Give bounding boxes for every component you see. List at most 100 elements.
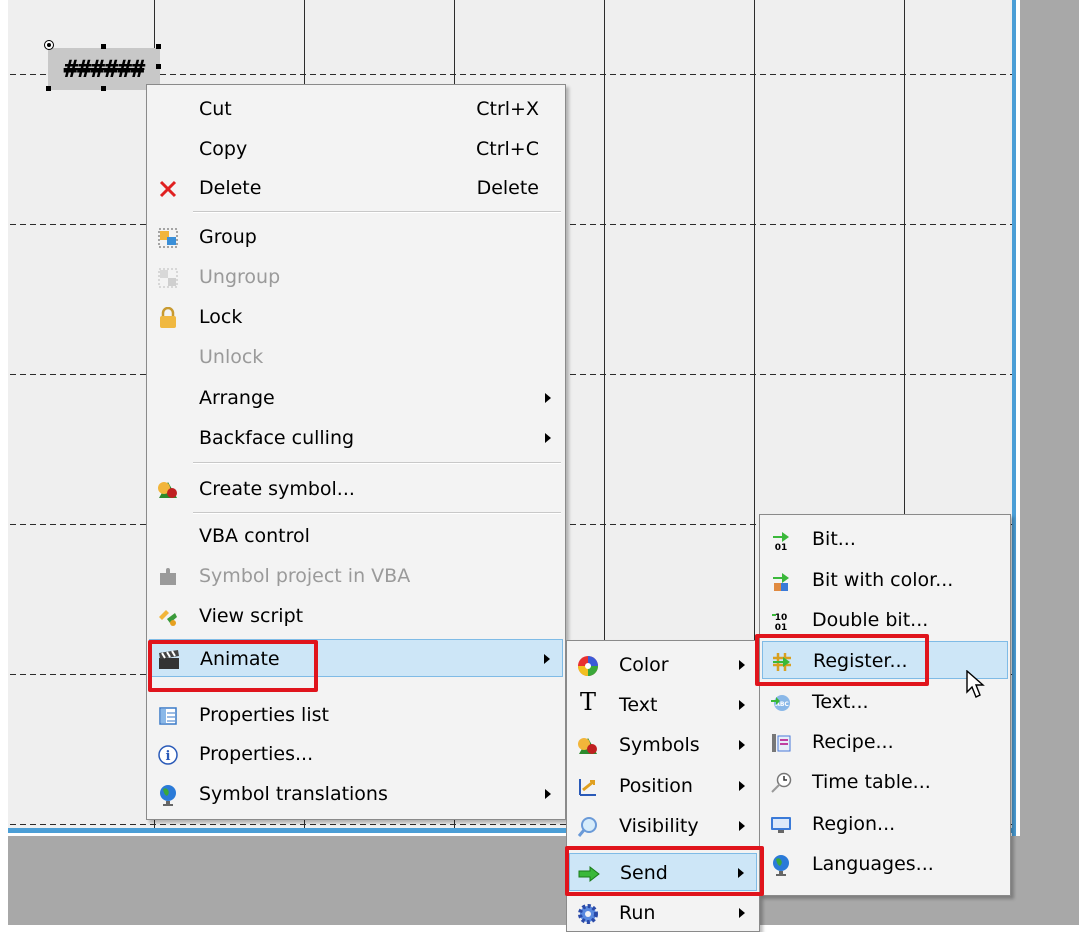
menu-item-time-table[interactable]: Time table...: [762, 763, 1008, 801]
menu-item-label: VBA control: [199, 525, 310, 547]
menu-item-label: Cut: [199, 98, 232, 120]
delete-x-icon: [157, 178, 179, 200]
globe-icon: [770, 854, 792, 876]
clock-icon: [770, 772, 792, 794]
menu-item-lock[interactable]: Lock: [149, 298, 563, 336]
resize-handle[interactable]: [101, 44, 106, 49]
menu-item-backface-culling[interactable]: Backface culling: [149, 419, 563, 457]
menu-item-arrange[interactable]: Arrange: [149, 379, 563, 417]
menu-item-properties[interactable]: i Properties...: [149, 735, 563, 773]
menu-item-recipe[interactable]: Recipe...: [762, 723, 1008, 761]
resize-handle[interactable]: [46, 86, 51, 91]
menu-item-view-script[interactable]: View script: [149, 597, 563, 635]
submenu-arrow-icon: [545, 393, 551, 403]
info-icon: i: [157, 744, 179, 766]
menu-item-color[interactable]: Color: [569, 646, 757, 684]
menu-item-label: Arrange: [199, 387, 275, 409]
menu-item-label: Text: [619, 694, 658, 716]
menu-item-position[interactable]: Position: [569, 767, 757, 805]
selected-display-object[interactable]: ######: [48, 48, 160, 90]
submenu-arrow-icon: [739, 660, 745, 670]
menu-item-label: Symbols: [619, 734, 700, 756]
menu-item-visibility[interactable]: Visibility: [569, 807, 757, 845]
mouse-pointer-icon: [966, 670, 985, 698]
rotation-handle[interactable]: [44, 40, 54, 50]
send-text-icon: ABC: [770, 692, 792, 714]
recipe-icon: [770, 732, 792, 754]
menu-separator: [193, 462, 561, 464]
resize-handle[interactable]: [156, 44, 161, 49]
submenu-arrow-icon: [544, 654, 550, 664]
menu-item-bit-with-color[interactable]: Bit with color...: [762, 561, 1008, 599]
menu-item-label: Ungroup: [199, 266, 281, 288]
menu-item-run[interactable]: Run: [569, 894, 757, 932]
globe-icon: [157, 784, 179, 806]
menu-item-label: Bit...: [812, 528, 856, 550]
menu-item-label: Backface culling: [199, 427, 355, 449]
menu-item-label: Text...: [812, 691, 869, 713]
menu-item-label: Visibility: [619, 815, 699, 837]
menu-item-symbol-translations[interactable]: Symbol translations: [149, 775, 563, 813]
send-submenu: 01 Bit... Bit with color... 10 01 Double …: [759, 514, 1011, 896]
bit-color-icon: [770, 570, 792, 592]
bit-icon: 01: [770, 529, 792, 551]
position-icon: [577, 776, 599, 798]
submenu-arrow-icon: [545, 433, 551, 443]
menu-item-label: Create symbol...: [199, 478, 355, 500]
svg-text:01: 01: [775, 623, 788, 632]
puzzle-icon: [157, 566, 179, 588]
workspace-background: [1020, 0, 1079, 925]
submenu-arrow-icon: [739, 908, 745, 918]
canvas-border: [1012, 0, 1016, 836]
left-margin: [0, 0, 8, 925]
gear-icon: [577, 903, 599, 925]
symbol-icon: [577, 735, 599, 757]
menu-item-label: Color: [619, 654, 669, 676]
menu-item-copy[interactable]: Copy Ctrl+C: [149, 130, 563, 168]
menu-item-symbols[interactable]: Symbols: [569, 726, 757, 764]
menu-item-label: Group: [199, 226, 257, 248]
callout-send: [565, 846, 764, 896]
text-t-icon: T: [579, 688, 596, 716]
group-icon: [157, 227, 179, 249]
menu-item-text[interactable]: T Text: [569, 686, 757, 724]
menu-item-label: Symbol translations: [199, 783, 388, 805]
properties-list-icon: [157, 705, 179, 727]
submenu-arrow-icon: [739, 700, 745, 710]
menu-item-bit[interactable]: 01 Bit...: [762, 520, 1008, 558]
menu-item-create-symbol[interactable]: Create symbol...: [149, 470, 563, 508]
resize-handle[interactable]: [101, 86, 106, 91]
menu-item-label: Copy: [199, 138, 248, 160]
menu-item-ungroup[interactable]: Ungroup: [149, 258, 563, 296]
menu-item-label: Properties...: [199, 743, 314, 765]
menu-item-label: View script: [199, 605, 304, 627]
resize-handle[interactable]: [156, 64, 161, 69]
menu-item-unlock[interactable]: Unlock: [149, 338, 563, 376]
menu-item-label: Languages...: [812, 853, 934, 875]
ungroup-icon: [157, 267, 179, 289]
menu-separator: [193, 211, 561, 213]
menu-item-vba-control[interactable]: VBA control: [149, 517, 563, 555]
menu-item-symbol-project-vba[interactable]: Symbol project in VBA: [149, 557, 563, 595]
menu-item-label: Position: [619, 775, 693, 797]
menu-item-delete[interactable]: Delete Delete: [149, 169, 563, 207]
magnifier-icon: [577, 816, 599, 838]
lock-icon: [157, 307, 179, 329]
menu-separator: [193, 512, 561, 514]
shortcut-label: Delete: [476, 177, 539, 199]
menu-item-label: Run: [619, 902, 656, 924]
menu-item-group[interactable]: Group: [149, 218, 563, 256]
menu-item-languages[interactable]: Languages...: [762, 845, 1008, 883]
menu-item-cut[interactable]: Cut Ctrl+X: [149, 90, 563, 128]
callout-register: [755, 634, 929, 686]
color-wheel-icon: [577, 655, 599, 677]
shortcut-label: Ctrl+C: [476, 138, 539, 160]
svg-text:10: 10: [775, 613, 788, 623]
menu-item-label: Lock: [199, 306, 243, 328]
menu-item-label: Region...: [812, 813, 896, 835]
menu-item-properties-list[interactable]: Properties list: [149, 696, 563, 734]
menu-item-label: Unlock: [199, 346, 264, 368]
menu-item-region[interactable]: Region...: [762, 805, 1008, 843]
script-icon: [157, 606, 179, 628]
svg-text:01: 01: [775, 543, 788, 551]
